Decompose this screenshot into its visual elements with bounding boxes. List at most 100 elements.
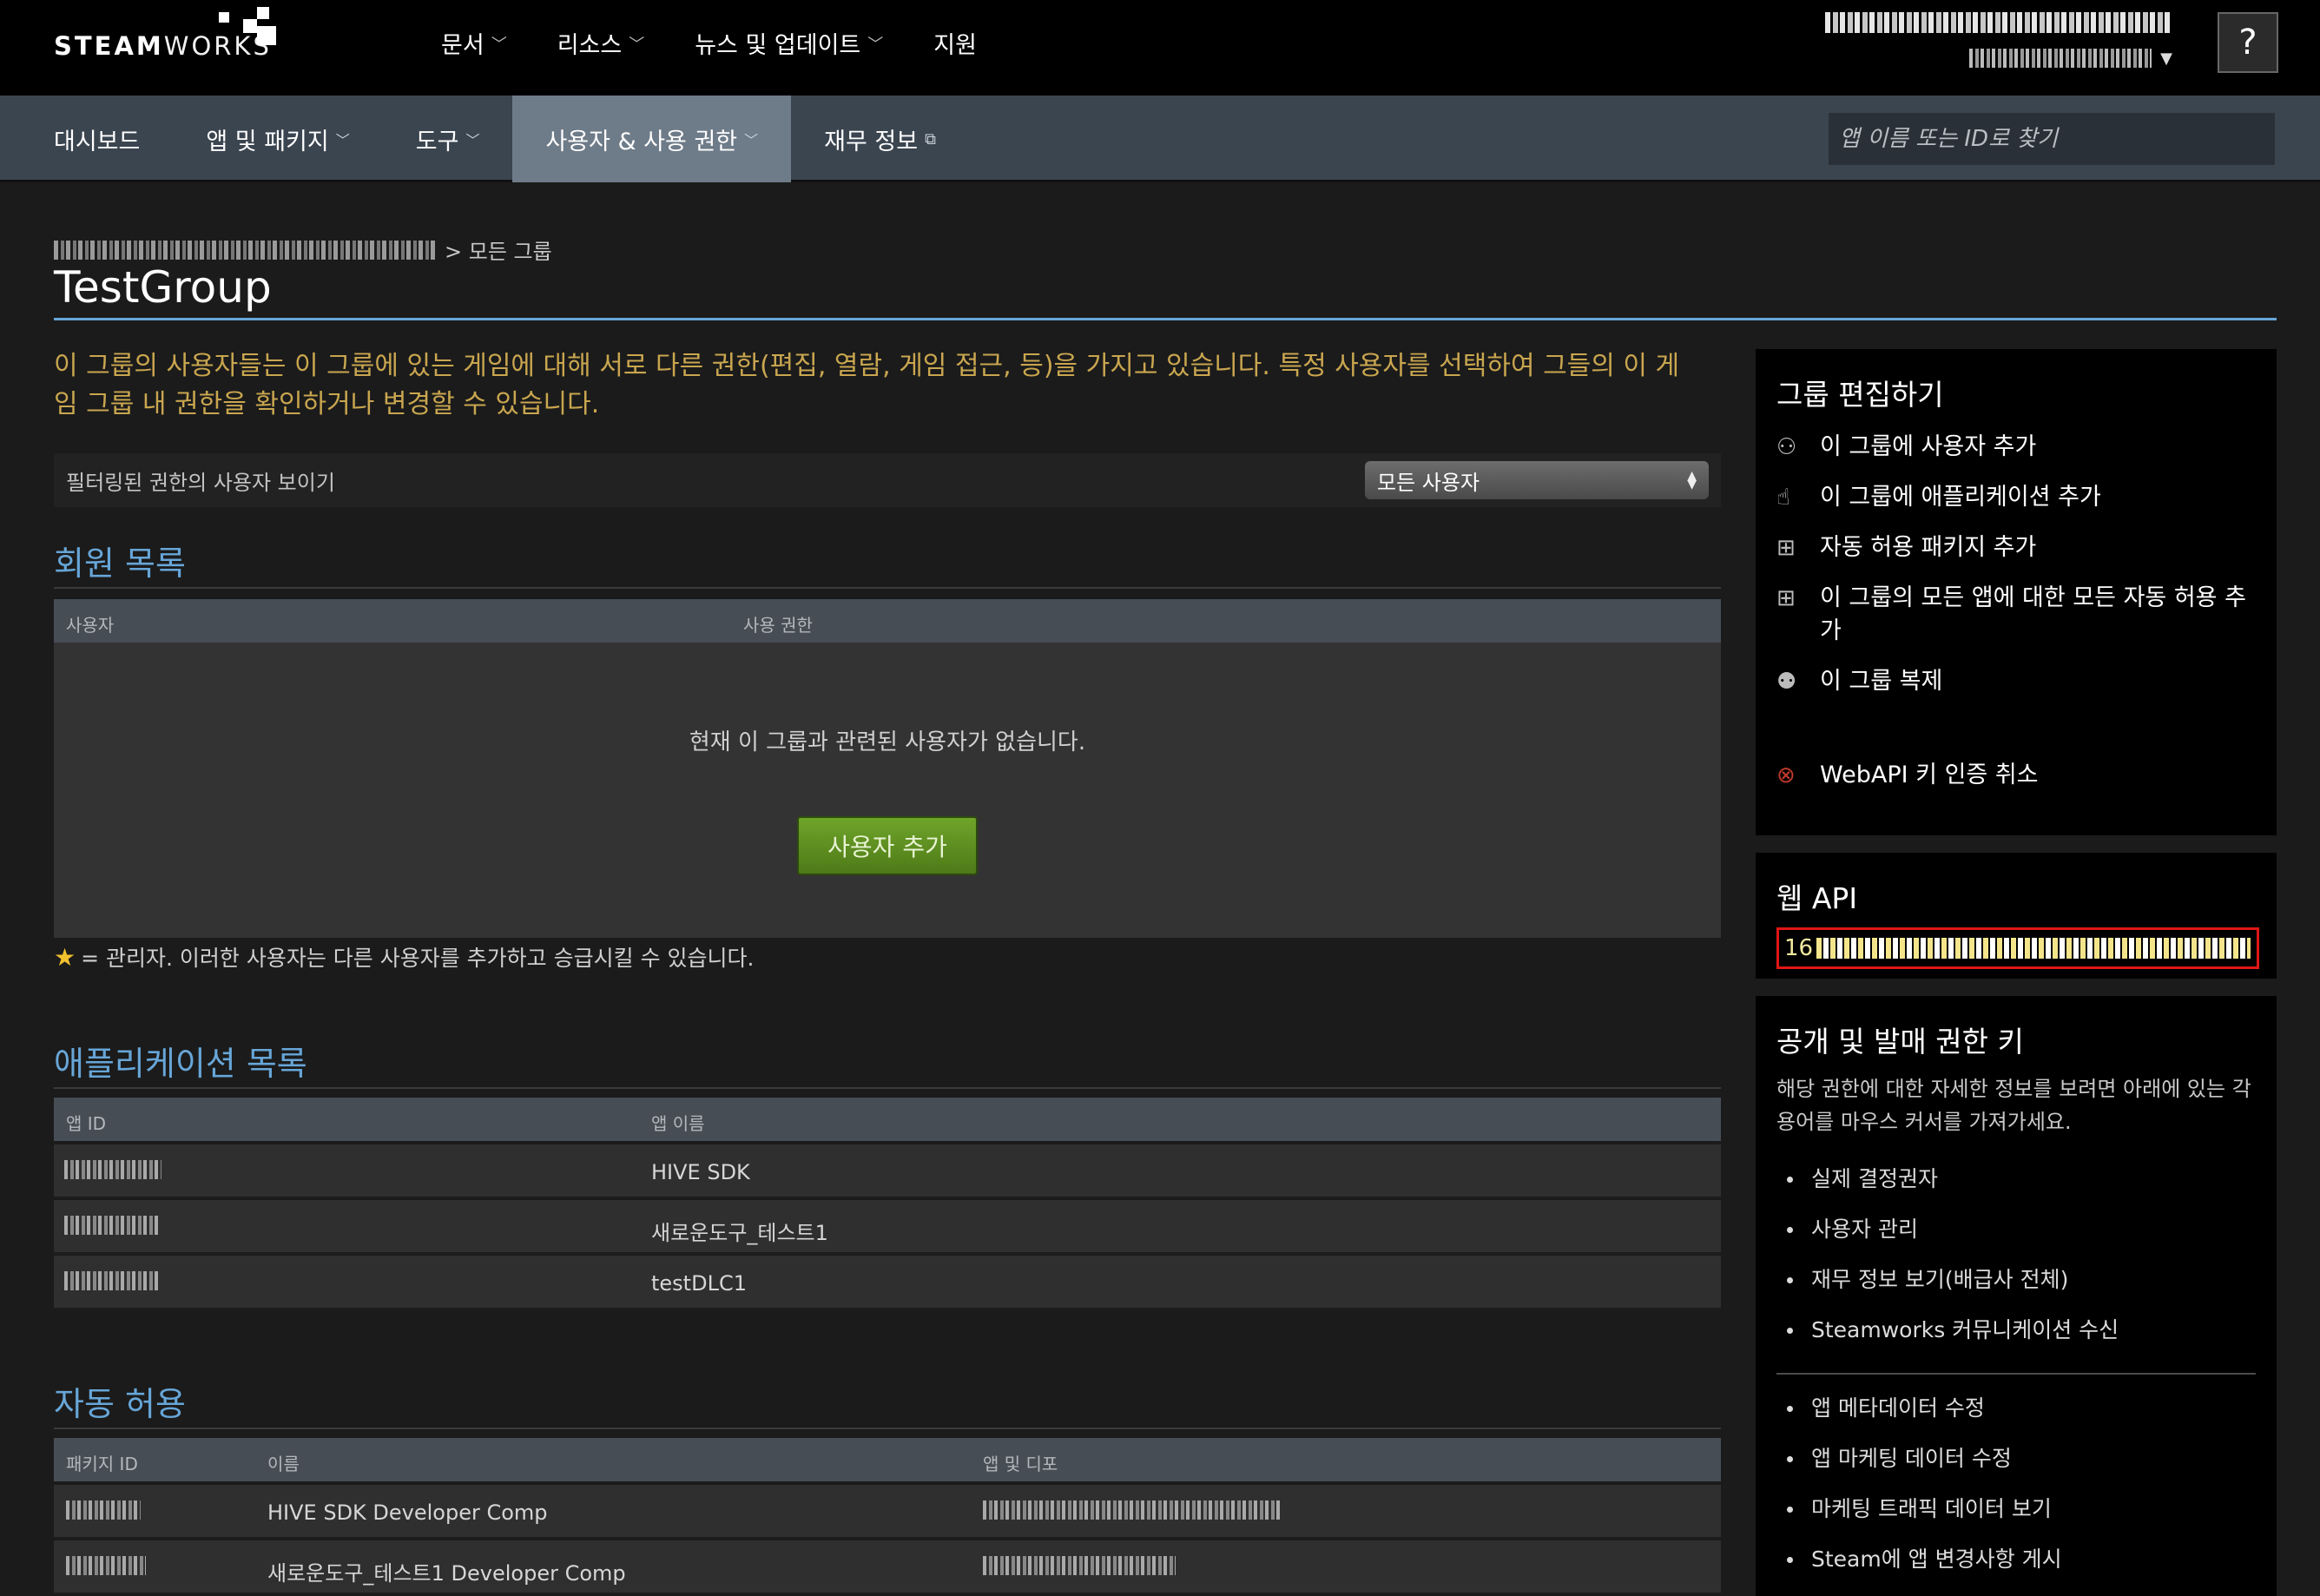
add-user-button[interactable]: 사용자 추가 — [797, 816, 978, 875]
permission-item[interactable]: Steamworks 커뮤니케이션 수신 — [1776, 1305, 2256, 1355]
group-intro-text: 이 그룹의 사용자들는 이 그룹에 있는 게임에 대해 서로 다른 권한(편집,… — [54, 351, 1680, 419]
app-id-redacted — [64, 1160, 161, 1179]
app-add-icon: ☝ — [1776, 485, 1790, 511]
chevron-down-icon: ﹀ — [744, 132, 759, 148]
sub-nav-dashboard[interactable]: 대시보드 — [0, 96, 173, 182]
package-name[interactable]: 새로운도구_테스트1 Developer Comp — [267, 1556, 626, 1586]
permissions-description: 해당 권한에 대한 자세한 정보를 보려면 아래에 있는 각 용어를 마우스 커… — [1776, 1077, 2251, 1134]
top-bar: STEAMWORKS 문서 ﹀ 리소스 ﹀ 뉴스 및 업데이트 ﹀ 지원 ▼ ? — [0, 0, 2320, 96]
breadcrumb-publisher-redacted[interactable] — [54, 240, 436, 260]
account-menu[interactable]: ▼ — [1825, 12, 2172, 68]
app-search-input[interactable] — [1829, 113, 2275, 165]
app-id-redacted — [64, 1271, 158, 1290]
permission-item[interactable]: 마케팅 트래픽 데이터 보기 — [1776, 1484, 2256, 1534]
caret-down-icon[interactable]: ▼ — [2160, 49, 2172, 68]
permission-filter-row: 필터링된 권한의 사용자 보이기 모든 사용자 ▲ ▼ — [54, 453, 1721, 507]
account-username-redacted — [1969, 49, 2152, 68]
package-id-redacted — [66, 1556, 146, 1575]
permissions-list-1: 실제 결정권자 사용자 관리 재무 정보 보기(배급사 전체) Steamwor… — [1776, 1154, 2256, 1355]
permissions-key-panel: 공개 및 발매 권한 키 해당 권한에 대한 자세한 정보를 보려면 아래에 있… — [1756, 996, 2277, 1596]
top-nav-news[interactable]: 뉴스 및 업데이트 ﹀ — [695, 26, 883, 60]
page-title: TestGroup — [54, 262, 272, 313]
top-nav-support[interactable]: 지원 — [933, 26, 977, 60]
table-row[interactable]: 새로운도구_테스트1 — [54, 1200, 1721, 1254]
web-api-key-redacted — [1816, 938, 2251, 959]
apps-depots-redacted — [983, 1556, 1176, 1575]
copy-group-link[interactable]: ⚉ 이 그룹 복제 — [1776, 665, 2256, 698]
app-name[interactable]: testDLC1 — [651, 1271, 747, 1296]
sub-nav-financial[interactable]: 재무 정보 ⧉ — [791, 96, 969, 182]
empty-message: 현재 이 그룹과 관련된 사용자가 없습니다. — [689, 729, 1086, 755]
external-link-icon: ⧉ — [925, 129, 936, 148]
breadcrumb: > 모든 그룹 — [54, 234, 552, 265]
col-app-id[interactable]: 앱 ID — [66, 1110, 106, 1135]
permission-item[interactable]: 재무 정보 보기(배급사 전체) — [1776, 1255, 2256, 1305]
edit-group-panel: 그룹 편집하기 ⚇ 이 그룹에 사용자 추가 ☝ 이 그룹에 애플리케이션 추가… — [1756, 349, 2277, 835]
app-id-redacted — [64, 1216, 158, 1235]
edit-group-title: 그룹 편집하기 — [1776, 378, 1944, 412]
sub-nav-apps-packages[interactable]: 앱 및 패키지 ﹀ — [173, 96, 382, 182]
app-name[interactable]: 새로운도구_테스트1 — [651, 1216, 828, 1246]
select-arrows-icon: ▲ ▼ — [1687, 469, 1697, 491]
col-user[interactable]: 사용자 — [66, 611, 114, 636]
col-app-name[interactable]: 앱 이름 — [651, 1110, 705, 1135]
chevron-down-icon: ﹀ — [629, 35, 645, 54]
add-all-auto-grants-link[interactable]: ⊞ 이 그룹의 모든 앱에 대한 모든 자동 허용 추가 — [1776, 582, 2256, 648]
apps-table-header: 앱 ID 앱 이름 — [54, 1098, 1721, 1141]
chevron-down-icon: ﹀ — [491, 35, 507, 54]
apps-depots-redacted — [983, 1500, 1282, 1520]
permissions-key-title: 공개 및 발매 권한 키 — [1776, 1025, 2024, 1059]
add-app-to-group-link[interactable]: ☝ 이 그룹에 애플리케이션 추가 — [1776, 481, 2256, 514]
sub-nav-users-permissions[interactable]: 사용자 & 사용 권한 ﹀ — [512, 96, 792, 182]
top-nav: 문서 ﹀ 리소스 ﹀ 뉴스 및 업데이트 ﹀ 지원 — [441, 26, 1027, 60]
account-name-redacted — [1825, 12, 2172, 33]
package-icon: ⊞ — [1776, 535, 1796, 561]
user-filter-select[interactable]: 모든 사용자 ▲ ▼ — [1365, 461, 1709, 499]
section-divider — [54, 587, 1721, 589]
table-row[interactable]: HIVE SDK — [54, 1144, 1721, 1198]
members-empty-state: 현재 이 그룹과 관련된 사용자가 없습니다. 사용자 추가 — [54, 643, 1721, 938]
col-package-id[interactable]: 패키지 ID — [66, 1450, 138, 1475]
section-divider — [54, 1428, 1721, 1429]
breadcrumb-current[interactable]: > 모든 그룹 — [445, 234, 552, 265]
permission-item[interactable]: 앱 마케팅 데이터 수정 — [1776, 1434, 2256, 1484]
web-api-panel: 웹 API 16 — [1756, 853, 2277, 979]
auto-grant-table-header: 패키지 ID 이름 앱 및 디포 — [54, 1438, 1721, 1481]
col-apps-depots[interactable]: 앱 및 디포 — [983, 1450, 1058, 1475]
chevron-down-icon: ﹀ — [465, 132, 480, 148]
permission-item[interactable]: Steam에 앱 변경사항 게시 — [1776, 1534, 2256, 1585]
permission-item[interactable]: 앱 메타데이터 수정 — [1776, 1383, 2256, 1434]
apps-section-title: 애플리케이션 목록 — [54, 1045, 307, 1083]
auto-grant-section-title: 자동 허용 — [54, 1385, 186, 1423]
title-divider — [54, 318, 2277, 320]
col-permission[interactable]: 사용 권한 — [743, 611, 813, 636]
table-row[interactable]: 새로운도구_테스트1 Developer Comp — [54, 1540, 1721, 1594]
table-row[interactable]: HIVE SDK Developer Comp — [54, 1485, 1721, 1539]
add-user-to-group-link[interactable]: ⚇ 이 그룹에 사용자 추가 — [1776, 431, 2256, 464]
col-package-name[interactable]: 이름 — [267, 1450, 300, 1475]
chevron-down-icon: ﹀ — [867, 35, 884, 54]
admin-legend: ★ = 관리자. 이러한 사용자는 다른 사용자를 추가하고 승급시킬 수 있습… — [54, 942, 755, 972]
revoke-icon: ⊗ — [1776, 762, 1796, 788]
permission-item[interactable]: 사용자 관리 — [1776, 1204, 2256, 1255]
app-name[interactable]: HIVE SDK — [651, 1160, 750, 1184]
permissions-list-2: 앱 메타데이터 수정 앱 마케팅 데이터 수정 마케팅 트래픽 데이터 보기 S… — [1776, 1383, 2256, 1585]
top-nav-docs[interactable]: 문서 ﹀ — [441, 26, 507, 60]
filter-label: 필터링된 권한의 사용자 보이기 — [66, 470, 335, 495]
members-table-header: 사용자 사용 권한 — [54, 599, 1721, 643]
permission-item[interactable]: 실제 결정권자 — [1776, 1154, 2256, 1204]
user-add-icon: ⚇ — [1776, 434, 1797, 460]
package-name[interactable]: HIVE SDK Developer Comp — [267, 1500, 548, 1525]
package-all-icon: ⊞ — [1776, 585, 1796, 611]
members-section-title: 회원 목록 — [54, 544, 186, 583]
revoke-webapi-key-link[interactable]: ⊗ WebAPI 키 인증 취소 — [1776, 759, 2256, 792]
web-api-title: 웹 API — [1776, 881, 1858, 915]
help-button[interactable]: ? — [2218, 12, 2278, 73]
section-divider — [54, 1087, 1721, 1089]
add-auto-grant-package-link[interactable]: ⊞ 자동 허용 패키지 추가 — [1776, 531, 2256, 564]
sub-nav-tools[interactable]: 도구 ﹀ — [383, 96, 513, 182]
sub-nav-bar: 대시보드 앱 및 패키지 ﹀ 도구 ﹀ 사용자 & 사용 권한 ﹀ 재무 정보 ⧉ — [0, 96, 2320, 182]
web-api-key[interactable]: 16 — [1776, 927, 2259, 969]
table-row[interactable]: testDLC1 — [54, 1256, 1721, 1309]
top-nav-resources[interactable]: 리소스 ﹀ — [557, 26, 645, 60]
